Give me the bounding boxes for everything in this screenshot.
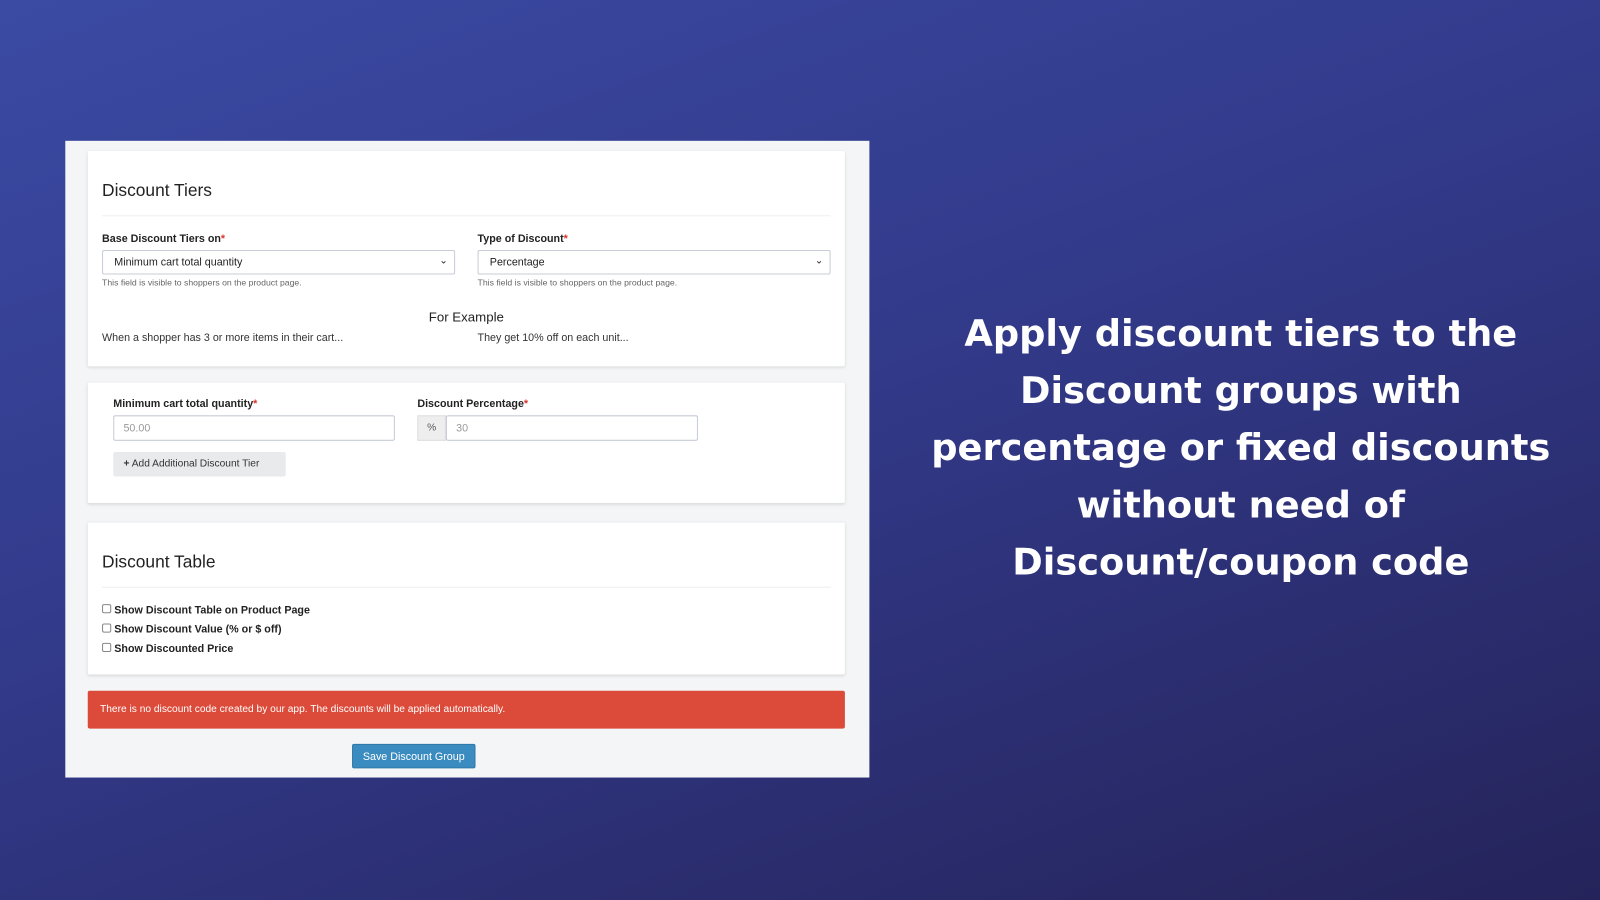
discount-type-label: Type of Discount* <box>477 232 568 245</box>
chevron-down-icon: ⌄ <box>814 255 824 267</box>
discount-settings-panel: Discount Tiers Base Discount Tiers on* M… <box>65 140 870 778</box>
chevron-down-icon: ⌄ <box>439 255 448 267</box>
info-alert: There is no discount code created by our… <box>87 690 845 729</box>
tier-row-card: Minimum cart total quantity* 50.00 Disco… <box>87 382 845 504</box>
discount-pct-label: Discount Percentage* <box>417 397 529 411</box>
divider <box>102 215 831 217</box>
example-right: They get 10% off on each unit... <box>477 331 629 344</box>
discount-pct-input[interactable]: 30 <box>445 415 698 441</box>
section-title: Discount Table <box>102 552 216 572</box>
divider <box>102 586 831 588</box>
discount-table-card: Discount Table Show Discount Table on Pr… <box>87 522 845 675</box>
checkbox-show-value[interactable]: Show Discount Value (% or $ off) <box>102 623 282 636</box>
checkbox[interactable] <box>102 604 112 614</box>
base-tiers-label: Base Discount Tiers on* <box>102 232 226 245</box>
checkbox[interactable] <box>102 642 112 653</box>
percent-addon: % <box>417 415 446 441</box>
checkbox[interactable] <box>102 623 112 633</box>
example-title: For Example <box>428 309 504 325</box>
checkbox-show-table[interactable]: Show Discount Table on Product Page <box>102 604 310 616</box>
discount-type-select[interactable]: Percentage ⌄ <box>477 249 831 275</box>
headline: Apply discount tiers to the Discount gro… <box>931 313 1551 584</box>
min-qty-input[interactable]: 50.00 <box>113 415 395 441</box>
save-discount-group-button[interactable]: Save Discount Group <box>352 743 476 769</box>
help-text: This field is visible to shoppers on the… <box>102 277 302 288</box>
help-text: This field is visible to shoppers on the… <box>477 277 678 288</box>
base-tiers-select[interactable]: Minimum cart total quantity ⌄ <box>102 249 456 275</box>
discount-tiers-card: Discount Tiers Base Discount Tiers on* M… <box>87 151 845 367</box>
add-tier-button[interactable]: + Add Additional Discount Tier <box>113 452 286 477</box>
min-qty-label: Minimum cart total quantity* <box>113 397 258 411</box>
section-title: Discount Tiers <box>102 180 212 200</box>
checkbox-show-price[interactable]: Show Discounted Price <box>102 642 233 655</box>
example-left: When a shopper has 3 or more items in th… <box>102 331 344 344</box>
plus-icon: + <box>123 458 130 470</box>
